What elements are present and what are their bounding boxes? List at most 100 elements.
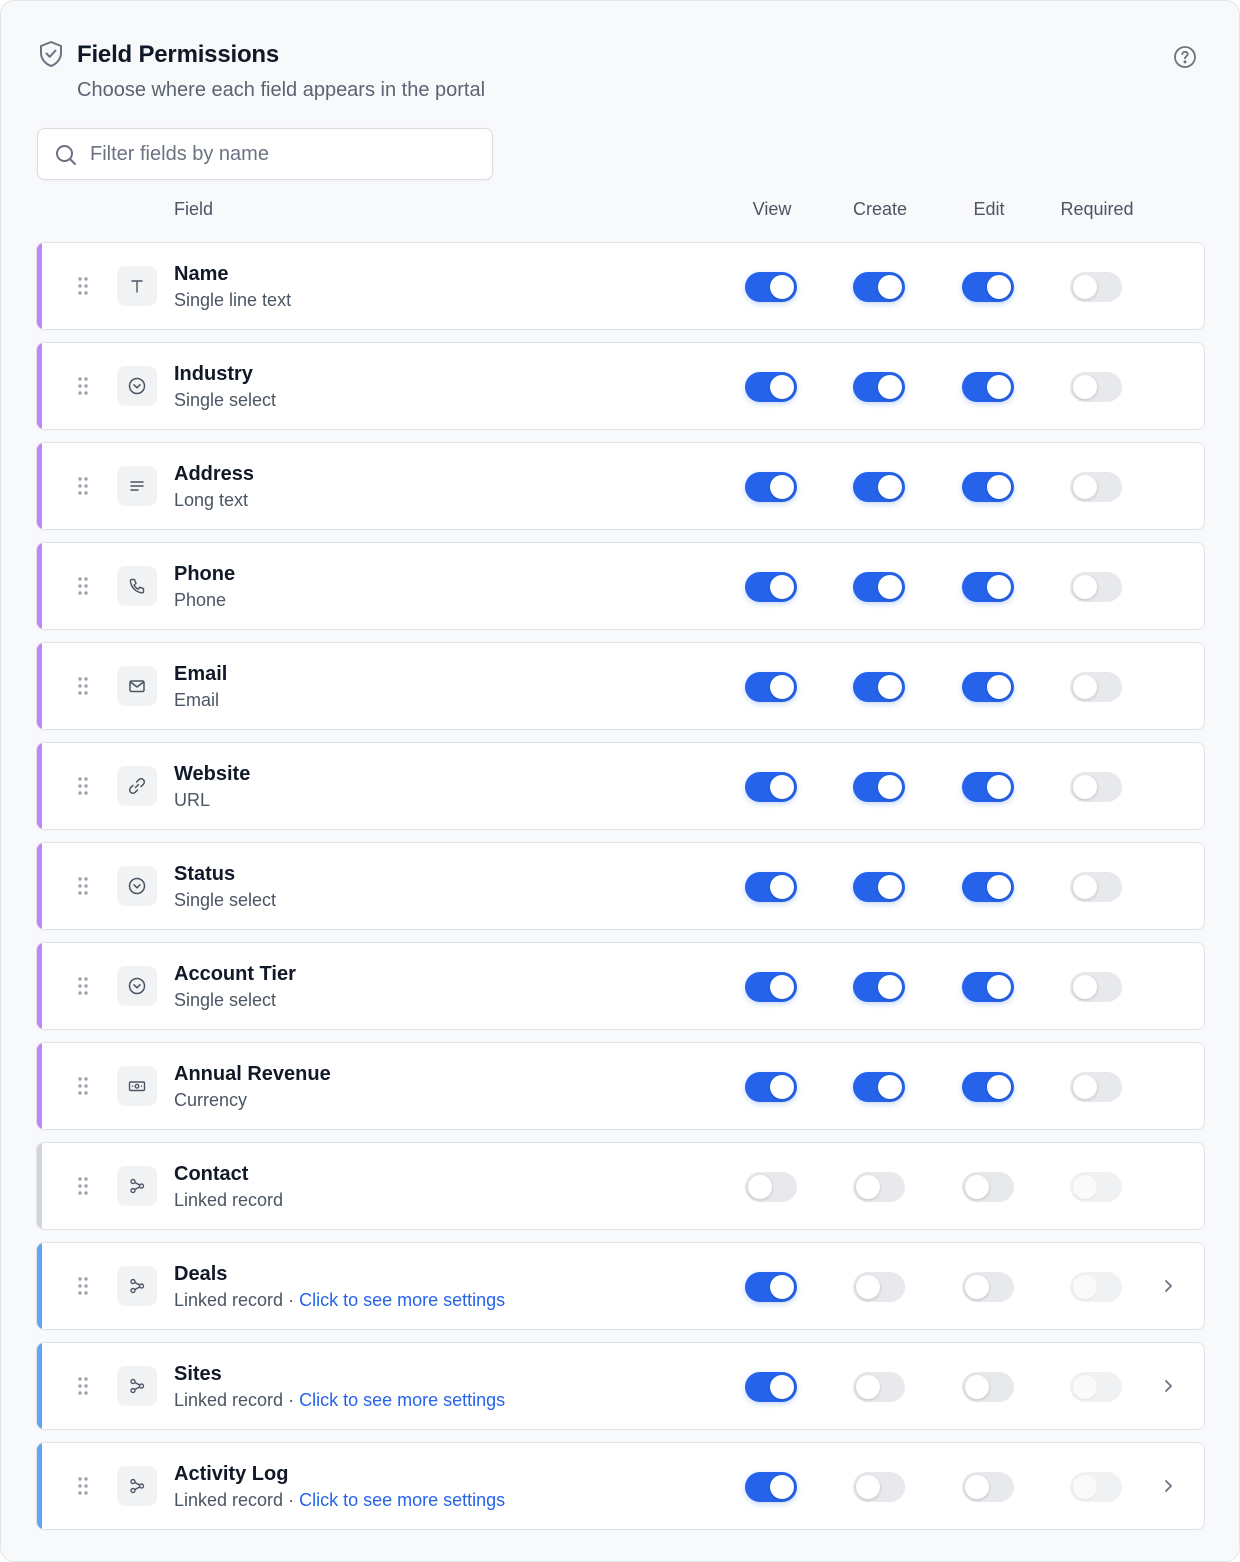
view-toggle[interactable] xyxy=(745,1172,797,1202)
create-toggle[interactable] xyxy=(853,1072,905,1102)
required-toggle[interactable] xyxy=(1070,1072,1122,1102)
edit-toggle[interactable] xyxy=(962,672,1014,702)
view-toggle[interactable] xyxy=(745,872,797,902)
edit-toggle[interactable] xyxy=(962,1072,1014,1102)
view-toggle[interactable] xyxy=(745,572,797,602)
field-row-contact[interactable]: Contact Linked record xyxy=(36,1142,1205,1230)
create-toggle[interactable] xyxy=(853,1472,905,1502)
more-settings-link[interactable]: Click to see more settings xyxy=(299,1390,505,1410)
view-toggle[interactable] xyxy=(745,472,797,502)
view-toggle[interactable] xyxy=(745,1072,797,1102)
required-toggle[interactable] xyxy=(1070,972,1122,1002)
view-toggle[interactable] xyxy=(745,972,797,1002)
more-settings-link[interactable]: Click to see more settings xyxy=(299,1290,505,1310)
create-toggle[interactable] xyxy=(853,872,905,902)
create-toggle[interactable] xyxy=(853,472,905,502)
field-row-address[interactable]: Address Long text xyxy=(36,442,1205,530)
toggle-knob xyxy=(878,875,902,899)
required-toggle[interactable] xyxy=(1070,772,1122,802)
required-toggle[interactable] xyxy=(1070,272,1122,302)
required-toggle[interactable] xyxy=(1070,672,1122,702)
drag-handle-icon[interactable] xyxy=(77,1376,89,1396)
create-toggle[interactable] xyxy=(853,772,905,802)
required-toggle[interactable] xyxy=(1070,572,1122,602)
edit-toggle[interactable] xyxy=(962,772,1014,802)
edit-toggle[interactable] xyxy=(962,472,1014,502)
drag-handle-icon[interactable] xyxy=(77,1276,89,1296)
chevron-right-icon[interactable] xyxy=(1162,1275,1176,1297)
edit-toggle[interactable] xyxy=(962,572,1014,602)
toggle-knob xyxy=(856,1375,880,1399)
drag-handle-icon[interactable] xyxy=(77,276,89,296)
field-type-text: Linked record xyxy=(174,1290,284,1310)
row-accent-bar xyxy=(37,943,42,1029)
field-row-industry[interactable]: Industry Single select xyxy=(36,342,1205,430)
create-toggle[interactable] xyxy=(853,972,905,1002)
view-toggle[interactable] xyxy=(745,772,797,802)
edit-toggle[interactable] xyxy=(962,372,1014,402)
drag-handle-icon[interactable] xyxy=(77,976,89,996)
field-row-website[interactable]: Website URL xyxy=(36,742,1205,830)
edit-toggle[interactable] xyxy=(962,1372,1014,1402)
field-name: Annual Revenue xyxy=(174,1063,331,1085)
field-name: Sites xyxy=(174,1363,222,1385)
view-toggle[interactable] xyxy=(745,1272,797,1302)
view-toggle[interactable] xyxy=(745,372,797,402)
drag-handle-icon[interactable] xyxy=(77,776,89,796)
create-toggle[interactable] xyxy=(853,1172,905,1202)
edit-toggle[interactable] xyxy=(962,272,1014,302)
chevron-right-icon[interactable] xyxy=(1162,1475,1176,1497)
field-type-label: Email xyxy=(174,690,219,711)
toggle-knob xyxy=(878,475,902,499)
create-toggle[interactable] xyxy=(853,1272,905,1302)
required-toggle[interactable] xyxy=(1070,372,1122,402)
edit-toggle[interactable] xyxy=(962,1272,1014,1302)
drag-handle-icon[interactable] xyxy=(77,876,89,896)
view-toggle[interactable] xyxy=(745,1472,797,1502)
more-settings-link[interactable]: Click to see more settings xyxy=(299,1490,505,1510)
edit-toggle[interactable] xyxy=(962,1172,1014,1202)
drag-handle-icon[interactable] xyxy=(77,376,89,396)
create-toggle[interactable] xyxy=(853,672,905,702)
drag-handle-icon[interactable] xyxy=(77,1176,89,1196)
edit-toggle[interactable] xyxy=(962,1472,1014,1502)
filter-search-box xyxy=(37,128,493,180)
toggle-knob xyxy=(1073,1275,1097,1299)
field-row-annual-revenue[interactable]: Annual Revenue Currency xyxy=(36,1042,1205,1130)
create-toggle[interactable] xyxy=(853,572,905,602)
field-row-sites[interactable]: Sites Linked record · Click to see more … xyxy=(36,1342,1205,1430)
view-toggle[interactable] xyxy=(745,672,797,702)
edit-toggle[interactable] xyxy=(962,972,1014,1002)
filter-fields-input[interactable] xyxy=(90,139,480,169)
create-toggle[interactable] xyxy=(853,372,905,402)
drag-handle-icon[interactable] xyxy=(77,576,89,596)
toggle-knob xyxy=(1073,575,1097,599)
field-row-account-tier[interactable]: Account Tier Single select xyxy=(36,942,1205,1030)
field-row-name[interactable]: Name Single line text xyxy=(36,242,1205,330)
link-icon xyxy=(128,777,146,795)
drag-handle-icon[interactable] xyxy=(77,1476,89,1496)
field-row-status[interactable]: Status Single select xyxy=(36,842,1205,930)
linked-record-icon xyxy=(130,1378,145,1394)
toggle-knob xyxy=(856,1275,880,1299)
view-toggle[interactable] xyxy=(745,1372,797,1402)
create-toggle[interactable] xyxy=(853,272,905,302)
drag-handle-icon[interactable] xyxy=(77,1076,89,1096)
field-row-deals[interactable]: Deals Linked record · Click to see more … xyxy=(36,1242,1205,1330)
field-row-phone[interactable]: Phone Phone xyxy=(36,542,1205,630)
chevron-right-icon[interactable] xyxy=(1162,1375,1176,1397)
row-accent-bar xyxy=(37,343,42,429)
edit-toggle[interactable] xyxy=(962,872,1014,902)
field-row-activity-log[interactable]: Activity Log Linked record · Click to se… xyxy=(36,1442,1205,1530)
drag-handle-icon[interactable] xyxy=(77,676,89,696)
create-toggle[interactable] xyxy=(853,1372,905,1402)
toggle-knob xyxy=(878,575,902,599)
view-toggle[interactable] xyxy=(745,272,797,302)
field-row-email[interactable]: Email Email xyxy=(36,642,1205,730)
help-circle-icon[interactable] xyxy=(1173,45,1197,69)
field-type-text: Long text xyxy=(174,490,249,510)
required-toggle[interactable] xyxy=(1070,472,1122,502)
row-accent-bar xyxy=(37,1043,42,1129)
drag-handle-icon[interactable] xyxy=(77,476,89,496)
required-toggle[interactable] xyxy=(1070,872,1122,902)
